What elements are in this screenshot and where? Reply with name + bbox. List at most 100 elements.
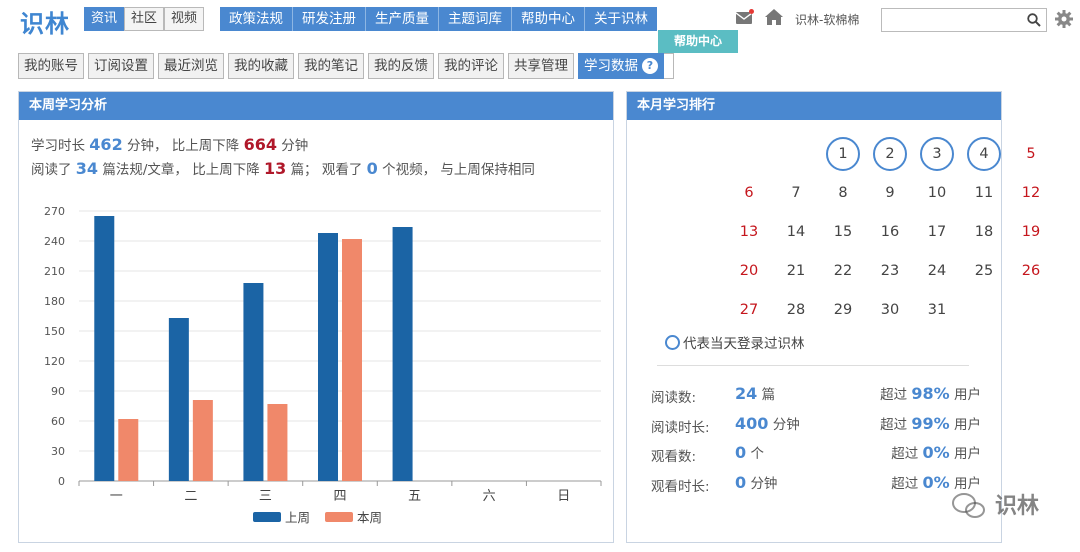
nav-about[interactable]: 关于识林 <box>585 7 657 31</box>
help-question-icon[interactable]: ? <box>642 58 658 74</box>
top-bar: 识林 资讯 社区 视频 政策法规 研发注册 生产质量 主题词库 帮助中心 关于识… <box>0 0 1080 40</box>
tab-notes[interactable]: 我的笔记 <box>298 53 364 79</box>
summary-text: 个视频， 与上周保持相同 <box>382 162 535 178</box>
ranking-value: 0 分钟 <box>735 473 778 492</box>
watermark-text: 识林 <box>995 494 1040 519</box>
y-tick-label: 240 <box>44 235 65 248</box>
summary-text: 学习时长 <box>31 138 85 154</box>
tab-my-account[interactable]: 我的账号 <box>18 53 84 79</box>
calendar-day: 4 <box>967 137 1001 171</box>
ranking-percentile: 超过 99% 用户 <box>880 414 981 433</box>
bar-last-week <box>318 233 338 481</box>
x-tick-label: 二 <box>184 489 197 504</box>
home-icon[interactable] <box>765 9 783 25</box>
x-tick-label: 三 <box>259 489 272 504</box>
channel-community-button[interactable]: 社区 <box>124 7 165 31</box>
tab-learning-data[interactable]: 学习数据? <box>578 53 664 79</box>
nav-rnd[interactable]: 研发注册 <box>293 7 366 31</box>
tab-subscription[interactable]: 订阅设置 <box>88 53 154 79</box>
articles-read-value: 34 <box>75 159 99 178</box>
ranking-label: 观看数: <box>651 449 697 465</box>
y-tick-label: 270 <box>44 205 65 218</box>
nav-policy[interactable]: 政策法规 <box>220 7 293 31</box>
nav-production[interactable]: 生产质量 <box>366 7 439 31</box>
study-time-summary: 学习时长 462 分钟， 比上周下降 664 分钟 <box>31 134 308 154</box>
ranking-row: 阅读时长: 400 分钟 超过 99% 用户 <box>651 413 981 437</box>
ranking-label: 阅读时长: <box>651 420 710 436</box>
subnav-end <box>664 53 674 79</box>
help-tooltip: 帮助中心 <box>658 30 738 53</box>
tab-feedback[interactable]: 我的反馈 <box>368 53 434 79</box>
nav-help[interactable]: 帮助中心 <box>512 7 585 31</box>
y-tick-label: 30 <box>51 445 65 458</box>
calendar-day: 23 <box>880 263 900 279</box>
notification-dot <box>749 9 754 14</box>
tab-favorites[interactable]: 我的收藏 <box>228 53 294 79</box>
bar-last-week <box>392 227 413 481</box>
study-minutes-value: 462 <box>89 135 123 154</box>
videos-watched-value: 0 <box>366 159 378 178</box>
calendar-legend-text: 代表当天登录过识林 <box>683 336 805 352</box>
x-tick-label: 五 <box>408 489 421 504</box>
calendar-day: 3 <box>920 137 954 171</box>
calendar-day: 20 <box>739 263 759 279</box>
tab-recent[interactable]: 最近浏览 <box>158 53 224 79</box>
y-tick-label: 180 <box>44 295 65 308</box>
y-tick-label: 0 <box>58 475 65 488</box>
y-tick-label: 120 <box>44 355 65 368</box>
nav-glossary[interactable]: 主题词库 <box>439 7 512 31</box>
summary-text: 分钟， 比上周下降 <box>127 138 240 154</box>
ranking-row: 观看数: 0 个 超过 0% 用户 <box>651 442 981 466</box>
summary-text: 分钟 <box>281 138 309 154</box>
bar-last-week <box>94 216 115 481</box>
calendar-day: 27 <box>739 302 759 318</box>
username-link[interactable]: 识林-软棉棉 <box>795 11 859 28</box>
bar-this-week <box>342 239 362 481</box>
calendar-day: 25 <box>974 263 994 279</box>
site-logo[interactable]: 识林 <box>20 4 70 39</box>
calendar-legend: 代表当天登录过识林 <box>665 332 805 352</box>
ranking-label: 阅读数: <box>651 390 697 406</box>
x-tick-label: 四 <box>333 489 346 504</box>
ranking-value: 400 分钟 <box>735 414 800 433</box>
account-subnav: 我的账号 订阅设置 最近浏览 我的收藏 我的笔记 我的反馈 我的评论 共享管理 … <box>18 53 674 79</box>
y-tick-label: 90 <box>51 385 65 398</box>
ranking-percentile: 超过 0% 用户 <box>891 443 981 462</box>
y-tick-label: 60 <box>51 415 65 428</box>
legend-swatch <box>253 512 281 522</box>
calendar-day: 16 <box>880 224 900 240</box>
calendar-day: 17 <box>927 224 947 240</box>
calendar-day: 7 <box>791 185 801 201</box>
calendar-day: 2 <box>873 137 907 171</box>
calendar-day: 28 <box>786 302 806 318</box>
search-icon[interactable] <box>1027 13 1041 27</box>
calendar-day: 26 <box>1021 263 1041 279</box>
bar-this-week <box>267 404 288 481</box>
search-input[interactable] <box>882 9 1022 31</box>
channel-news-button[interactable]: 资讯 <box>84 7 125 31</box>
search-box <box>881 8 1047 32</box>
calendar-day: 1 <box>826 137 860 171</box>
ranking-percentile: 超过 0% 用户 <box>891 473 981 492</box>
tab-sharing[interactable]: 共享管理 <box>508 53 574 79</box>
main-nav: 政策法规 研发注册 生产质量 主题词库 帮助中心 关于识林 <box>220 7 657 31</box>
divider <box>657 365 969 366</box>
bar-last-week <box>168 318 189 481</box>
legend-swatch <box>325 512 353 522</box>
gear-icon[interactable] <box>1055 10 1073 28</box>
ranking-row: 观看时长: 0 分钟 超过 0% 用户 <box>651 472 981 496</box>
ranking-percentile: 超过 98% 用户 <box>880 384 981 403</box>
calendar-day: 18 <box>974 224 994 240</box>
calendar-day: 12 <box>1021 185 1041 201</box>
y-tick-label: 150 <box>44 325 65 338</box>
summary-text: 篇； 观看了 <box>290 162 363 178</box>
reading-summary: 阅读了 34 篇法规/文章， 比上周下降 13 篇； 观看了 0 个视频， 与上… <box>31 158 535 178</box>
ranking-value: 24 篇 <box>735 384 776 403</box>
tab-learning-data-label: 学习数据 <box>584 58 638 74</box>
ranking-value: 0 个 <box>735 443 764 462</box>
channel-video-button[interactable]: 视频 <box>164 7 205 31</box>
calendar-day: 14 <box>786 224 806 240</box>
visited-circle-icon <box>665 335 680 350</box>
tab-comments[interactable]: 我的评论 <box>438 53 504 79</box>
legend-label: 本周 <box>357 510 382 525</box>
